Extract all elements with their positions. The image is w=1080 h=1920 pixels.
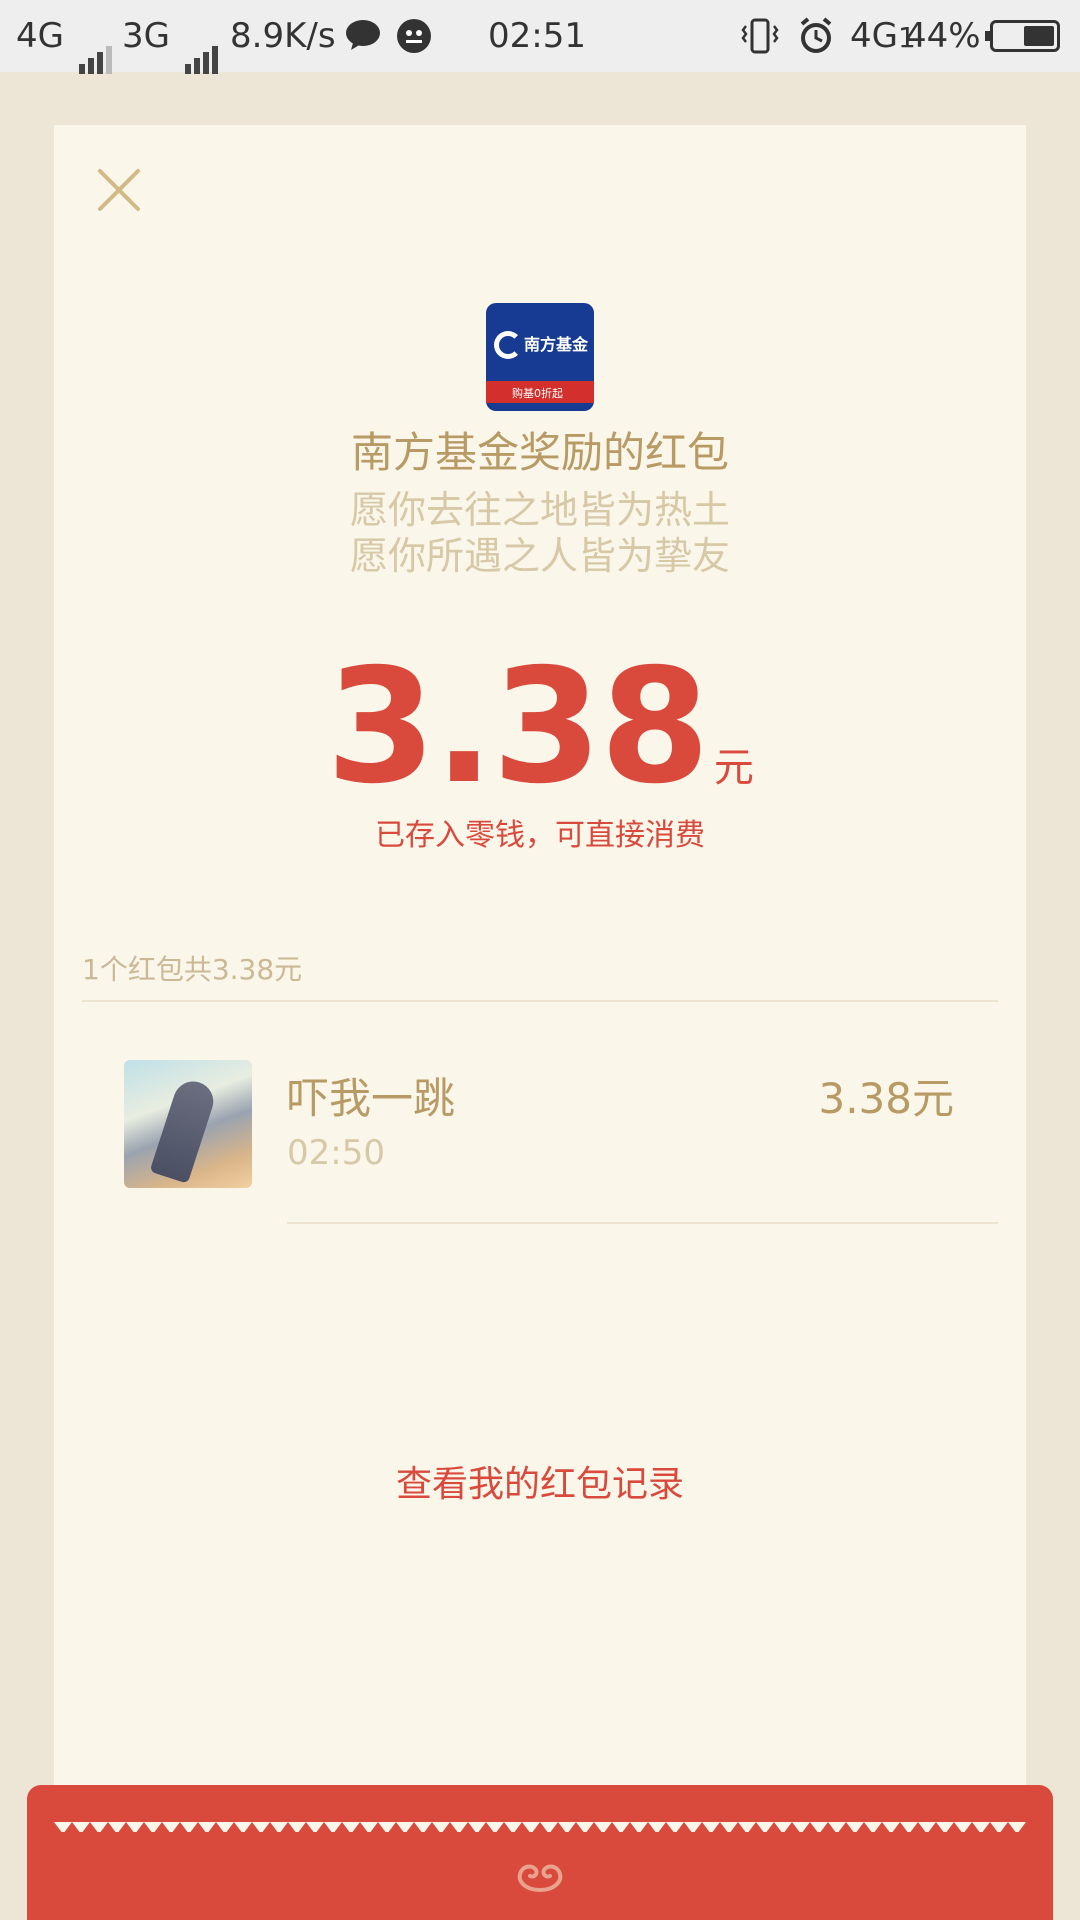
sender-logo: 南方基金 购基0折起 — [486, 303, 594, 411]
vibrate-icon — [740, 18, 780, 65]
network-speed: 8.9K/s — [230, 16, 336, 56]
close-icon[interactable] — [94, 165, 144, 215]
receiver-time: 02:50 — [287, 1133, 385, 1173]
battery-percent: 44% — [905, 16, 981, 56]
signal-icon — [184, 30, 221, 74]
amount-display: 3.38 元 — [54, 635, 1026, 819]
network-3g: 3G — [122, 14, 221, 74]
network-3g-label: 3G — [122, 16, 170, 56]
avatar-figure — [149, 1076, 219, 1184]
battery-icon — [985, 20, 1060, 52]
blessing-line-2: 愿你所遇之人皆为挚友 — [349, 534, 730, 578]
amount-value: 3.38 — [326, 635, 710, 819]
logo-slogan: 购基0折起 — [512, 387, 563, 400]
avatar[interactable] — [124, 1060, 252, 1188]
red-packet-detail-card: 南方基金 购基0折起 南方基金奖励的红包 愿你去往之地皆为热土 愿你所遇之人皆为… — [54, 125, 1026, 1885]
network-4g-secondary-label: 4G — [850, 16, 898, 56]
status-bar: 4G 3G 8.9K/s 02:51 4G1 44% — [0, 0, 1080, 74]
stored-note: 已存入零钱，可直接消费 — [375, 818, 705, 853]
chat-bubble-icon — [345, 18, 381, 62]
qq-icon — [396, 18, 432, 65]
amount-unit: 元 — [713, 745, 754, 791]
brand-swirl-icon — [494, 331, 522, 359]
blessing-line-1: 愿你去往之地皆为热土 — [349, 488, 730, 532]
logo-brand-text: 南方基金 — [524, 335, 589, 354]
signal-icon — [78, 30, 115, 74]
network-4g-label: 4G — [16, 16, 64, 56]
divider — [82, 1000, 998, 1002]
packet-summary: 1个红包共3.38元 — [82, 953, 303, 986]
sender-title: 南方基金奖励的红包 — [350, 428, 729, 477]
alarm-icon — [796, 16, 836, 67]
cloud-icon — [510, 1856, 570, 1896]
network-4g: 4G — [16, 14, 115, 74]
divider — [287, 1222, 998, 1224]
receiver-name: 吓我一跳 — [287, 1074, 456, 1123]
clock-time: 02:51 — [488, 16, 586, 56]
receiver-amount: 3.38元 — [818, 1074, 954, 1123]
view-records-link[interactable]: 查看我的红包记录 — [54, 1455, 1026, 1507]
